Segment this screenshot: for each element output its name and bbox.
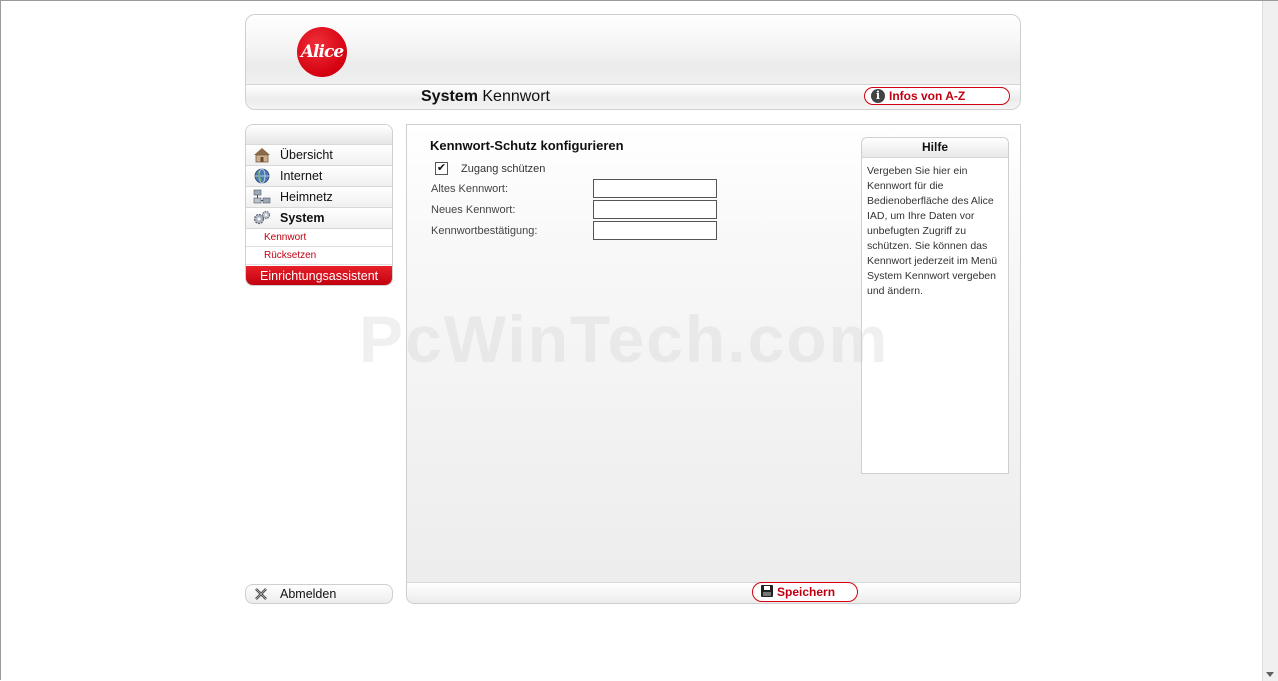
vertical-scrollbar[interactable] (1262, 1, 1278, 681)
new-password-field[interactable] (593, 200, 717, 219)
logout-button[interactable]: Abmelden (245, 584, 393, 604)
page-title: System Kennwort (421, 88, 550, 106)
sidebar-item-internet[interactable]: Internet (246, 166, 392, 187)
globe-icon (254, 168, 270, 184)
page-title-page: Kennwort (482, 88, 550, 105)
page-title-section: System (421, 88, 478, 105)
info-icon: i (871, 89, 885, 103)
infos-az-button[interactable]: i Infos von A-Z (864, 87, 1010, 105)
old-password-label: Altes Kennwort: (431, 183, 509, 195)
confirm-password-field[interactable] (593, 221, 717, 240)
main-content: Kennwort-Schutz konfigurieren ✔ Zugang s… (406, 124, 1021, 604)
house-icon (254, 148, 270, 163)
floppy-disk-icon (761, 585, 773, 597)
content-footer: Speichern (407, 582, 1020, 603)
sidebar-nav: Übersicht Internet Heimnetz System Kennw… (245, 124, 393, 286)
alice-logo: Alice (297, 27, 347, 77)
scroll-down-icon[interactable] (1266, 672, 1274, 677)
sidebar-item-label: Übersicht (280, 148, 333, 162)
zugang-schuetzen-checkbox[interactable]: ✔ (435, 162, 448, 175)
network-icon (253, 189, 271, 204)
zugang-schuetzen-label: Zugang schützen (461, 163, 546, 175)
sidebar-item-label: Internet (280, 169, 323, 183)
section-title: Kennwort-Schutz konfigurieren (430, 138, 624, 153)
header: Alice System Kennwort i Infos von A-Z (245, 14, 1021, 110)
einrichtungsassistent-button[interactable]: Einrichtungsassistent (246, 266, 392, 285)
help-title: Hilfe (862, 138, 1008, 158)
sidebar-item-system[interactable]: System (246, 208, 392, 229)
sidebar-item-uebersicht[interactable]: Übersicht (246, 145, 392, 166)
sidebar-item-label: System (280, 211, 325, 225)
confirm-password-label: Kennwortbestätigung: (431, 225, 538, 237)
save-button[interactable]: Speichern (752, 582, 858, 602)
close-icon (255, 588, 267, 600)
header-bar: System Kennwort i Infos von A-Z (246, 84, 1020, 109)
infos-az-label: Infos von A-Z (889, 89, 966, 103)
new-password-label: Neues Kennwort: (431, 204, 516, 216)
sidebar-item-heimnetz[interactable]: Heimnetz (246, 187, 392, 208)
save-label: Speichern (777, 585, 836, 599)
help-panel: Hilfe Vergeben Sie hier ein Kennwort für… (861, 137, 1009, 474)
sidebar-item-label: Heimnetz (280, 190, 333, 204)
logout-label: Abmelden (280, 587, 337, 601)
sidebar-subitem-ruecksetzen[interactable]: Rücksetzen (246, 247, 392, 265)
old-password-field[interactable] (593, 179, 717, 198)
gears-icon (253, 210, 271, 225)
nav-top (246, 125, 392, 145)
sidebar-subitem-kennwort[interactable]: Kennwort (246, 229, 392, 247)
help-text: Vergeben Sie hier ein Kennwort für die B… (867, 165, 998, 297)
